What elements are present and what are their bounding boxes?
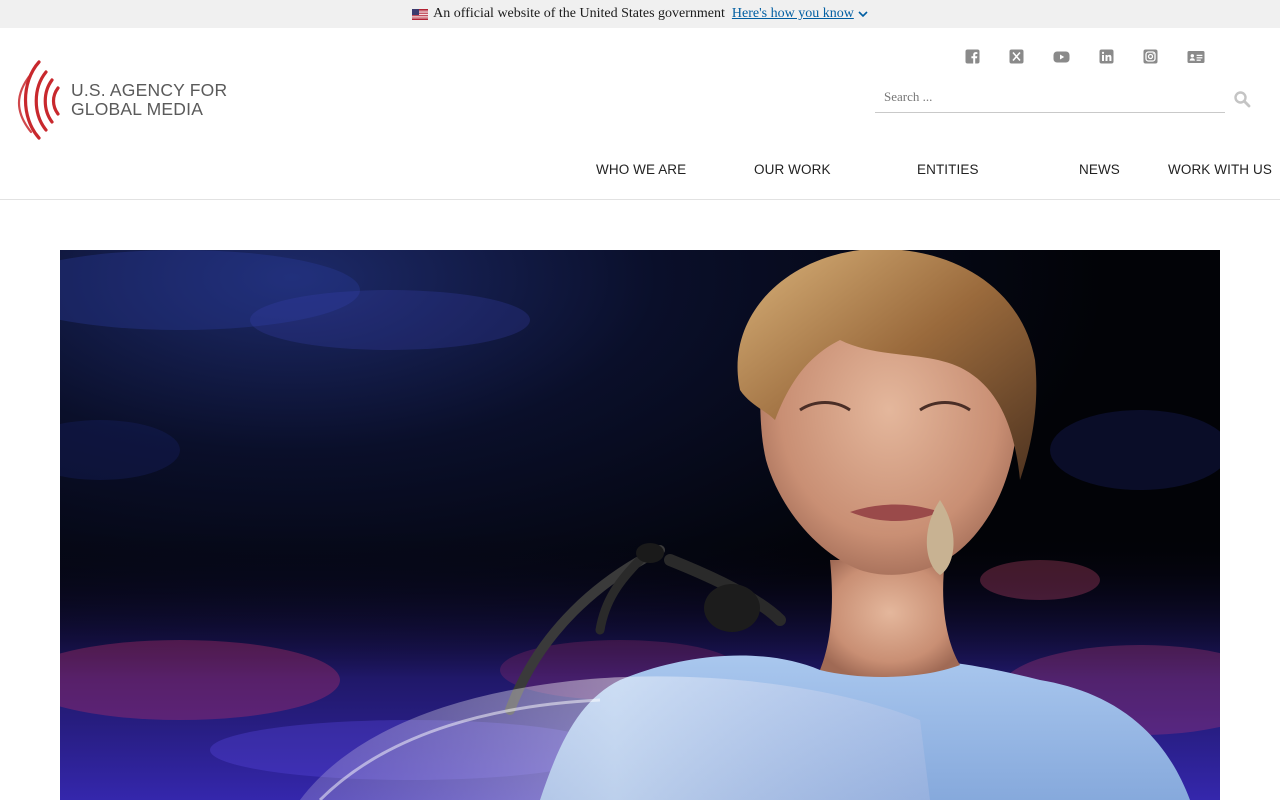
how-you-know-label: Here's how you know — [731, 6, 854, 21]
site-header: U.S. AGENCY FOR GLOBAL MEDIA Search ... … — [0, 28, 1280, 200]
hero-image — [60, 250, 1220, 800]
usagm-logo[interactable]: U.S. AGENCY FOR GLOBAL MEDIA — [17, 57, 227, 143]
speaker-at-podium-photo — [60, 250, 1220, 800]
instagram-icon[interactable] — [1143, 49, 1158, 64]
nav-item-who-we-are[interactable]: WHO WE ARE — [596, 162, 686, 177]
social-links — [965, 48, 1234, 64]
search-icon[interactable] — [1233, 90, 1251, 108]
logo-line-2: GLOBAL MEDIA — [71, 99, 204, 119]
linkedin-icon[interactable] — [1099, 49, 1114, 64]
chevron-down-icon — [858, 11, 868, 18]
logo-line-1: U.S. AGENCY FOR — [71, 80, 228, 100]
gov-banner: An official website of the United States… — [0, 0, 1280, 28]
nav-item-entities[interactable]: ENTITIES — [917, 162, 979, 177]
gov-banner-text: An official website of the United States… — [433, 6, 725, 21]
youtube-icon[interactable] — [1053, 49, 1070, 64]
search-input[interactable] — [875, 82, 1225, 112]
nav-item-news[interactable]: NEWS — [1079, 162, 1120, 177]
nav-item-our-work[interactable]: OUR WORK — [754, 162, 831, 177]
x-icon[interactable] — [1009, 49, 1024, 64]
how-you-know-link[interactable]: Here's how you know — [732, 6, 868, 22]
usagm-logo-mark-icon — [18, 60, 60, 140]
contact-card-icon[interactable] — [1187, 49, 1205, 64]
us-flag-icon — [412, 8, 429, 20]
facebook-icon[interactable] — [965, 49, 980, 64]
nav-item-work-with-us[interactable]: WORK WITH US — [1168, 162, 1272, 177]
search-box — [875, 82, 1225, 113]
logo-wordmark: U.S. AGENCY FOR GLOBAL MEDIA — [71, 81, 227, 119]
main-nav: WHO WE ARE OUR WORK ENTITIES NEWS WORK W… — [0, 162, 1280, 180]
